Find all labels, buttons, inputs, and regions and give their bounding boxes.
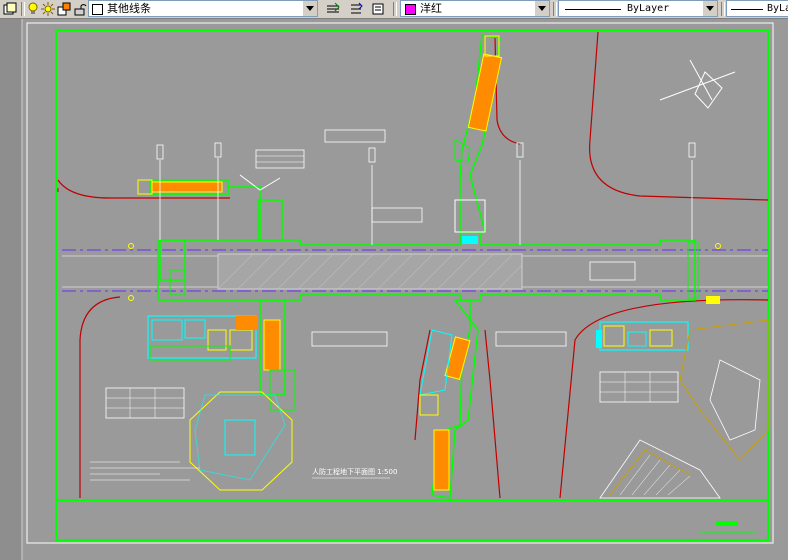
color-name: 洋红 [420, 2, 442, 15]
lineweight-preview [731, 9, 763, 10]
linetype-preview [565, 9, 621, 10]
layer-color-swatch [92, 4, 103, 15]
left-margin [0, 19, 22, 560]
layer-manager-icon[interactable] [2, 1, 18, 17]
chevron-down-icon[interactable] [703, 1, 717, 16]
color-combo[interactable]: 洋红 [400, 0, 550, 17]
lock-open-icon[interactable] [72, 1, 88, 17]
layer-freeze-icon[interactable] [56, 1, 72, 17]
lightbulb-icon[interactable] [25, 1, 41, 17]
make-layer-current-icon[interactable] [325, 1, 341, 17]
lineweight-combo[interactable]: ByLa [726, 0, 788, 17]
drawing-canvas[interactable]: 人防工程地下平面图 1:500 [0, 19, 788, 560]
layer-previous-icon[interactable] [348, 1, 364, 17]
properties-toolbar: 其他线条 洋红 ByLayer ByLa [0, 0, 788, 19]
layer-combo[interactable]: 其他线条 [88, 0, 318, 17]
scale-bar [716, 521, 738, 526]
color-swatch [405, 4, 416, 15]
toolbar-separator [553, 2, 557, 16]
chevron-down-icon[interactable] [535, 1, 549, 16]
layer-name: 其他线条 [107, 2, 151, 15]
lineweight-name: ByLa [767, 3, 788, 14]
linetype-name: ByLayer [627, 3, 670, 14]
layer-states-icon[interactable] [371, 1, 387, 17]
drawing-title: 人防工程地下平面图 1:500 [312, 467, 397, 476]
chevron-down-icon[interactable] [303, 1, 317, 16]
sun-icon[interactable] [40, 1, 56, 17]
linetype-combo[interactable]: ByLayer [558, 0, 718, 17]
toolbar-separator [721, 2, 725, 16]
toolbar-separator [393, 2, 397, 16]
